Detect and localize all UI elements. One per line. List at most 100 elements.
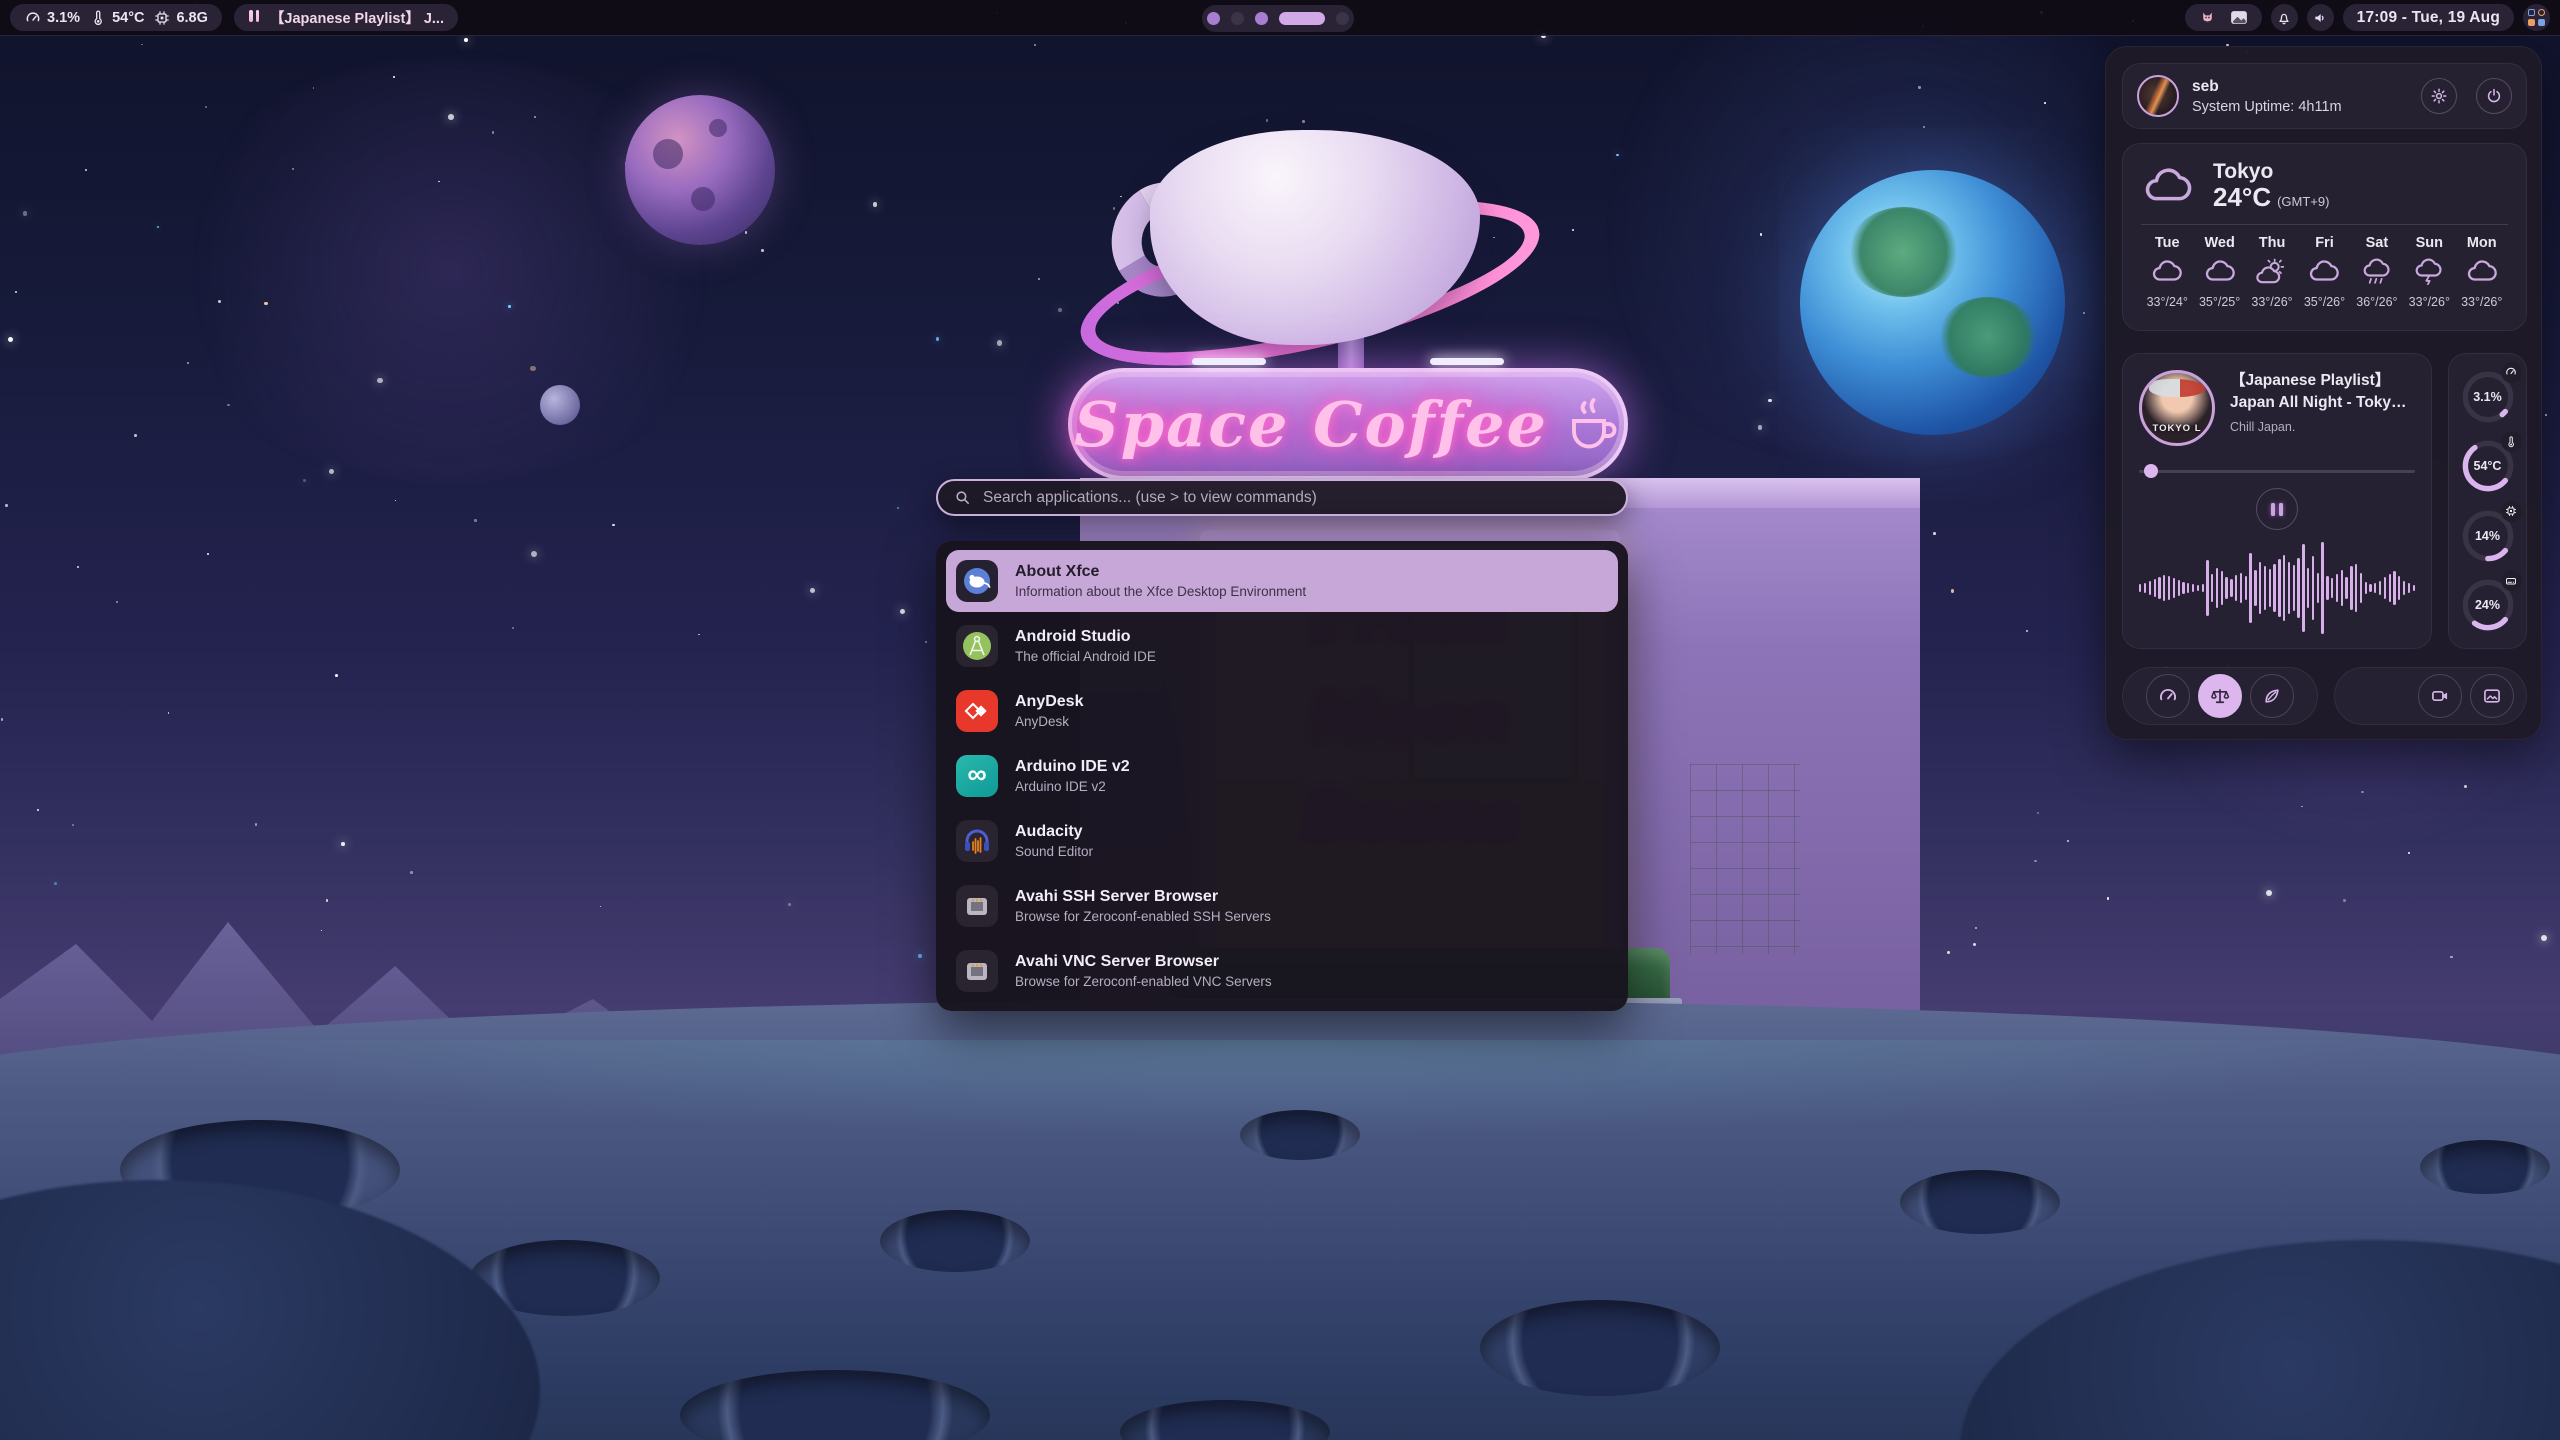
track-title: 【Japanese Playlist】 Japan All Night - To… bbox=[2230, 370, 2415, 413]
chip-icon bbox=[153, 9, 170, 26]
system-tray[interactable] bbox=[2185, 4, 2262, 31]
track-subtitle: Chill Japan. bbox=[2230, 420, 2415, 434]
workspace-dot-3[interactable] bbox=[1255, 12, 1268, 25]
user-card: seb System Uptime: 4h11m bbox=[2122, 63, 2527, 129]
power-button[interactable] bbox=[2476, 78, 2512, 114]
gear-icon bbox=[2430, 87, 2448, 105]
small-moon bbox=[540, 385, 580, 425]
pause-button[interactable] bbox=[2256, 488, 2298, 530]
app-name: Android Studio bbox=[1015, 626, 1156, 648]
crater bbox=[880, 1210, 1030, 1272]
temperature-gauge: 54°C bbox=[2460, 438, 2516, 494]
forecast-day: Tue 33°/24° bbox=[2141, 235, 2193, 309]
power-saver-mode-button[interactable] bbox=[2250, 674, 2294, 718]
neon-coffee-cup-icon bbox=[1562, 394, 1622, 454]
screen-record-button[interactable] bbox=[2418, 674, 2462, 718]
wallpaper-icon[interactable] bbox=[2230, 10, 2248, 25]
seek-bar[interactable] bbox=[2139, 464, 2415, 478]
workspace-switcher[interactable] bbox=[1202, 5, 1354, 32]
wall-tiles bbox=[1690, 764, 1800, 954]
weather-temp: 24°C(GMT+9) bbox=[2213, 184, 2329, 211]
video-camera-icon bbox=[2430, 686, 2450, 706]
workspace-dot-2[interactable] bbox=[1231, 12, 1244, 25]
forecast-row: Tue 33°/24° Wed 35°/25° Thu 33°/26° Fri bbox=[2141, 235, 2508, 309]
app-row-avahi-vnc[interactable]: Avahi VNC Server Browser Browse for Zero… bbox=[946, 940, 1618, 1002]
workspace-dot-4[interactable] bbox=[1279, 12, 1325, 25]
apps-grid-icon bbox=[2528, 9, 2545, 26]
app-row-about-xfce[interactable]: About Xfce Information about the Xfce De… bbox=[946, 550, 1618, 612]
settings-button[interactable] bbox=[2421, 78, 2457, 114]
app-desc: Browse for Zeroconf-enabled SSH Servers bbox=[1015, 908, 1271, 926]
search-input[interactable] bbox=[983, 489, 1610, 507]
speedometer-icon bbox=[24, 9, 41, 26]
app-row-avahi-ssh[interactable]: Avahi SSH Server Browser Browse for Zero… bbox=[946, 875, 1618, 937]
app-name: Avahi SSH Server Browser bbox=[1015, 886, 1271, 908]
anydesk-icon bbox=[956, 690, 998, 732]
rain-icon bbox=[2361, 258, 2393, 285]
about-xfce-icon bbox=[956, 560, 998, 602]
arduino-icon: ∞ bbox=[956, 755, 998, 797]
system-monitor-widget: 3.1% 54°C 14% 24% bbox=[2448, 353, 2527, 649]
leaf-icon bbox=[2262, 686, 2282, 706]
performance-mode-button[interactable] bbox=[2146, 674, 2190, 718]
volume-button[interactable] bbox=[2307, 4, 2334, 31]
screen-tools bbox=[2334, 667, 2527, 725]
search-bar[interactable] bbox=[936, 479, 1628, 516]
weather-widget[interactable]: Tokyo 24°C(GMT+9) Tue 33°/24° Wed 35°/25… bbox=[2122, 143, 2527, 331]
weather-city: Tokyo bbox=[2213, 160, 2329, 184]
app-name: Arduino IDE v2 bbox=[1015, 756, 1130, 778]
album-art-text: TOKYO L bbox=[2142, 423, 2212, 434]
album-art[interactable]: TOKYO L bbox=[2139, 370, 2215, 446]
notifications-button[interactable] bbox=[2271, 4, 2298, 31]
app-row-anydesk[interactable]: AnyDesk AnyDesk bbox=[946, 680, 1618, 742]
giant-coffee-cup bbox=[1120, 130, 1500, 360]
avatar[interactable] bbox=[2137, 75, 2179, 117]
forecast-day: Thu 33°/26° bbox=[2246, 235, 2298, 309]
app-launcher: About Xfce Information about the Xfce De… bbox=[936, 479, 1628, 1011]
desktop: Space Coffee Fresh Moon Beans bbox=[0, 0, 2560, 1440]
cloudy-icon bbox=[2151, 258, 2183, 285]
seek-knob[interactable] bbox=[2144, 464, 2158, 478]
cloudy-icon bbox=[2466, 258, 2498, 285]
pause-icon bbox=[2271, 503, 2275, 516]
workspace-dot-1[interactable] bbox=[1207, 12, 1220, 25]
sign-lamp bbox=[1430, 358, 1504, 365]
drive-icon bbox=[2501, 570, 2522, 591]
crater bbox=[1480, 1300, 1720, 1396]
app-row-arduino[interactable]: ∞ Arduino IDE v2 Arduino IDE v2 bbox=[946, 745, 1618, 807]
chip-icon bbox=[2501, 501, 2522, 522]
forecast-day: Wed 35°/25° bbox=[2193, 235, 2245, 309]
app-row-audacity[interactable]: Audacity Sound Editor bbox=[946, 810, 1618, 872]
taskbar-right-cluster: 17:09 - Tue, 19 Aug bbox=[2185, 4, 2550, 31]
app-menu-button[interactable] bbox=[2523, 4, 2550, 31]
scales-icon bbox=[2210, 686, 2230, 706]
clock[interactable]: 17:09 - Tue, 19 Aug bbox=[2343, 4, 2514, 31]
now-playing-chip[interactable]: 【Japanese Playlist】 J... bbox=[234, 4, 458, 31]
pause-icon bbox=[248, 10, 261, 26]
crater bbox=[1900, 1170, 2060, 1234]
system-stats-chip[interactable]: 3.1% 54°C 6.8G bbox=[10, 4, 222, 31]
wallpaper-button[interactable] bbox=[2470, 674, 2514, 718]
audacity-icon bbox=[956, 820, 998, 862]
app-desc: Sound Editor bbox=[1015, 843, 1093, 861]
temperature-stat: 54°C bbox=[89, 9, 144, 26]
app-name: AnyDesk bbox=[1015, 691, 1083, 713]
media-player-widget: TOKYO L 【Japanese Playlist】 Japan All Ni… bbox=[2122, 353, 2432, 649]
volume-icon bbox=[2312, 10, 2328, 26]
balanced-mode-button[interactable] bbox=[2198, 674, 2242, 718]
picture-icon bbox=[2482, 686, 2502, 706]
app-row-android-studio[interactable]: Android Studio The official Android IDE bbox=[946, 615, 1618, 677]
audio-visualizer bbox=[2139, 540, 2415, 636]
cloud-icon bbox=[2141, 165, 2195, 207]
workspace-dot-5[interactable] bbox=[1336, 12, 1349, 25]
divider bbox=[2141, 224, 2508, 225]
tray-app-icon[interactable] bbox=[2199, 9, 2216, 26]
sign-lamp bbox=[1192, 358, 1266, 365]
app-desc: Browse for Zeroconf-enabled VNC Servers bbox=[1015, 973, 1272, 991]
power-icon bbox=[2485, 87, 2503, 105]
memory-gauge: 14% bbox=[2460, 508, 2516, 564]
crater bbox=[2420, 1140, 2550, 1194]
user-name: seb bbox=[2192, 78, 2408, 96]
app-name: Avahi VNC Server Browser bbox=[1015, 951, 1272, 973]
partly-sunny-icon bbox=[2256, 258, 2288, 285]
